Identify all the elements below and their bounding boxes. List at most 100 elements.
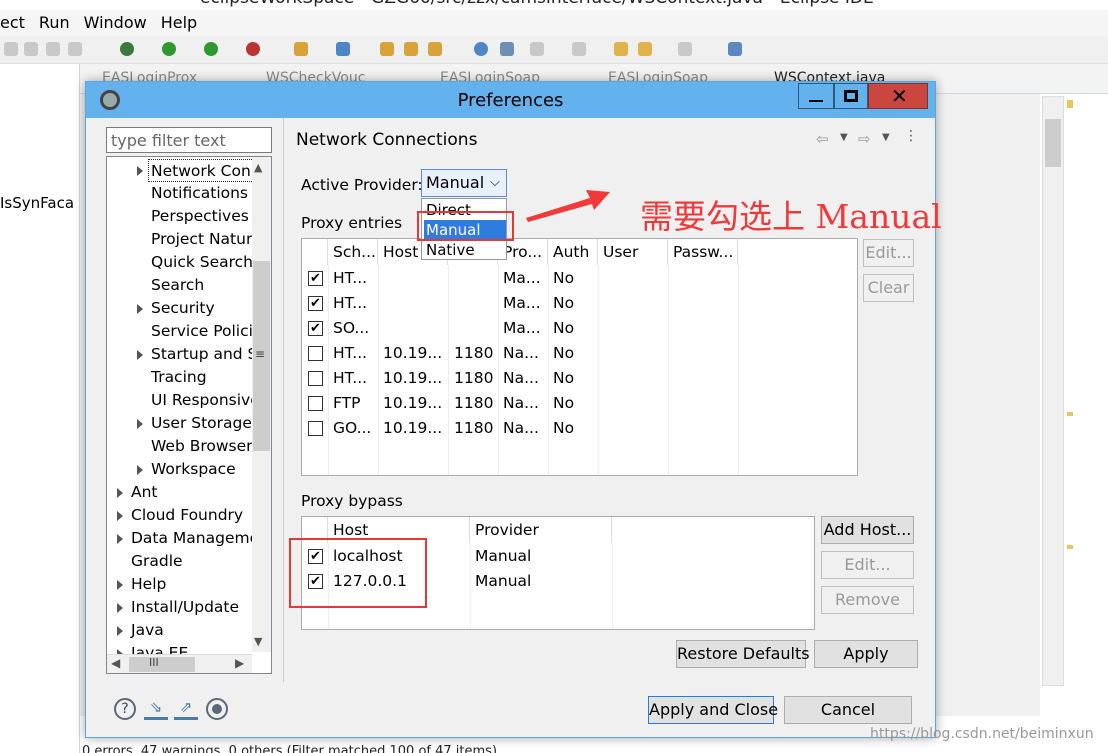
tree-item[interactable]: Cloud Foundry: [131, 504, 243, 527]
menu-run[interactable]: Run: [39, 10, 70, 36]
export-icon[interactable]: ⇗: [174, 698, 198, 720]
tree-item[interactable]: Data Manageme: [131, 527, 259, 550]
tree-item[interactable]: Tracing: [151, 366, 207, 389]
next-annotation-icon[interactable]: [530, 42, 544, 56]
record-icon[interactable]: [206, 698, 228, 720]
column-header-password[interactable]: Passw...: [668, 239, 738, 265]
nav-forward-menu-icon[interactable]: ▼: [882, 132, 890, 143]
import-icon[interactable]: ⇘: [144, 698, 168, 720]
tree-item[interactable]: Network Conn: [148, 159, 264, 182]
dialog-title-bar[interactable]: Preferences ✕: [86, 82, 935, 118]
expand-arrow-icon[interactable]: [117, 603, 123, 613]
back-history-icon[interactable]: [638, 42, 652, 56]
expand-arrow-icon[interactable]: [137, 350, 143, 360]
forward-icon[interactable]: [678, 42, 692, 56]
tree-item[interactable]: Security: [151, 297, 215, 320]
coverage-icon[interactable]: [204, 42, 218, 56]
expand-arrow-icon[interactable]: [117, 626, 123, 636]
toolbar-icon[interactable]: [4, 42, 18, 56]
new-class-icon[interactable]: [336, 42, 350, 56]
preference-tree[interactable]: Network Conn Notifications Perspectives Pro…: [106, 156, 272, 674]
nav-back-menu-icon[interactable]: ▼: [840, 132, 848, 143]
tree-item[interactable]: Workspace: [151, 458, 236, 481]
run-icon[interactable]: [162, 42, 176, 56]
active-provider-combo[interactable]: Manual ⌵: [421, 169, 507, 197]
debug-icon[interactable]: [120, 42, 134, 56]
open-type-icon[interactable]: [404, 42, 418, 56]
tree-item[interactable]: User Storage: [151, 412, 252, 435]
expand-arrow-icon[interactable]: [137, 465, 143, 475]
tree-horizontal-scrollbar[interactable]: ◀ III ▶: [107, 654, 252, 673]
minimize-button[interactable]: [798, 83, 834, 109]
remove-host-button[interactable]: Remove: [821, 586, 914, 614]
scroll-left-icon[interactable]: ◀: [111, 656, 120, 670]
tree-item[interactable]: Startup and Sh: [151, 343, 267, 366]
scroll-down-icon[interactable]: ▼: [254, 635, 262, 648]
tree-item[interactable]: Search: [151, 274, 204, 297]
proxy-entry-row[interactable]: HT... 10.19... 1180 Na... No: [302, 366, 857, 391]
toolbar-icon[interactable]: [24, 42, 38, 56]
add-host-button[interactable]: Add Host...: [821, 516, 914, 544]
edit-proxy-button[interactable]: Edit...: [863, 239, 914, 267]
proxy-entry-row[interactable]: ✔ HT... Ma... No: [302, 291, 857, 316]
tree-item[interactable]: Quick Search: [151, 251, 253, 274]
view-menu-icon[interactable]: ⋮: [904, 128, 918, 144]
tree-item[interactable]: Java: [131, 619, 164, 642]
back-icon[interactable]: [614, 42, 628, 56]
expand-arrow-icon[interactable]: [137, 166, 143, 176]
expand-arrow-icon[interactable]: [117, 488, 123, 498]
sash[interactable]: [283, 118, 284, 682]
apply-button[interactable]: Apply: [814, 640, 918, 668]
proxy-entry-row[interactable]: ✔ HT... Ma... No: [302, 266, 857, 291]
proxy-entry-checkbox[interactable]: [308, 421, 323, 436]
help-icon[interactable]: ?: [114, 698, 136, 720]
tree-vertical-scrollbar[interactable]: ▲ ≡ ▼: [252, 157, 271, 652]
clear-proxy-button[interactable]: Clear: [863, 274, 914, 302]
column-header-bypass-provider[interactable]: Provider: [470, 517, 612, 543]
toolbar-icon[interactable]: [500, 42, 514, 56]
toolbar-icon[interactable]: [68, 42, 82, 56]
tree-item[interactable]: Web Browser: [151, 435, 253, 458]
tree-item[interactable]: UI Responsive: [151, 389, 260, 412]
nav-back-icon[interactable]: ⇦: [816, 130, 829, 148]
proxy-entry-checkbox[interactable]: [308, 396, 323, 411]
pin-editor-icon[interactable]: [728, 42, 742, 56]
proxy-entry-row[interactable]: ✔ SO... Ma... No: [302, 316, 857, 341]
proxy-entry-checkbox[interactable]: [308, 346, 323, 361]
tree-item[interactable]: Ant: [131, 481, 158, 504]
proxy-entries-table[interactable]: Sch... Host Pro... Auth User Passw... ✔ H…: [301, 238, 858, 476]
new-icon[interactable]: [294, 42, 308, 56]
tree-item[interactable]: Install/Update: [131, 596, 239, 619]
proxy-entry-checkbox[interactable]: ✔: [308, 271, 323, 286]
restore-defaults-button[interactable]: Restore Defaults: [676, 640, 810, 668]
open-folder-icon[interactable]: [380, 42, 394, 56]
menu-window[interactable]: Window: [84, 10, 147, 36]
edit-host-button[interactable]: Edit...: [821, 551, 914, 579]
expand-arrow-icon[interactable]: [137, 419, 143, 429]
proxy-entry-checkbox[interactable]: ✔: [308, 296, 323, 311]
cancel-button[interactable]: Cancel: [784, 696, 912, 724]
menu-help[interactable]: Help: [161, 10, 197, 36]
proxy-entry-checkbox[interactable]: ✔: [308, 321, 323, 336]
expand-arrow-icon[interactable]: [117, 511, 123, 521]
prev-annotation-icon[interactable]: [572, 42, 586, 56]
tree-item[interactable]: Service Policie: [151, 320, 262, 343]
scroll-right-icon[interactable]: ▶: [235, 656, 244, 670]
column-header-user[interactable]: User: [598, 239, 668, 265]
proxy-entry-row[interactable]: HT... 10.19... 1180 Na... No: [302, 341, 857, 366]
proxy-entry-checkbox[interactable]: [308, 371, 323, 386]
tree-hscroll-thumb[interactable]: [129, 657, 195, 672]
provider-option-native[interactable]: Native: [424, 240, 506, 260]
maximize-button[interactable]: [834, 83, 868, 109]
external-tools-icon[interactable]: [246, 42, 260, 56]
expand-arrow-icon[interactable]: [117, 580, 123, 590]
tree-item[interactable]: Help: [131, 573, 166, 596]
expand-arrow-icon[interactable]: [137, 304, 143, 314]
column-header-auth[interactable]: Auth: [548, 239, 598, 265]
search-tool-icon[interactable]: [428, 42, 442, 56]
apply-and-close-button[interactable]: Apply and Close: [648, 696, 778, 724]
toolbar-icon[interactable]: [46, 42, 60, 56]
tree-item[interactable]: Perspectives: [151, 205, 249, 228]
editor-vertical-scrollbar[interactable]: [1042, 96, 1064, 686]
tree-item[interactable]: Gradle: [131, 550, 183, 573]
